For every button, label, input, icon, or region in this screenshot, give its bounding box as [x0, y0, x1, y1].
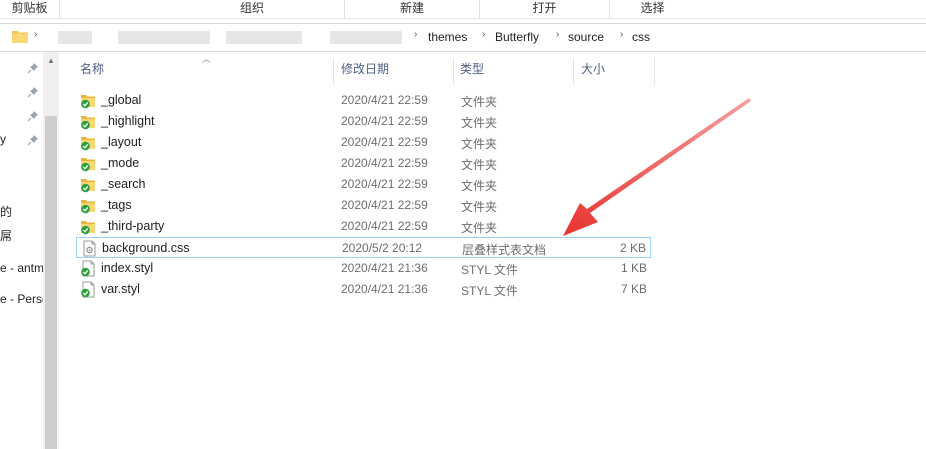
redacted-path-segment — [58, 31, 92, 44]
file-modified-date: 2020/4/21 22:59 — [341, 198, 428, 212]
pin-icon[interactable] — [27, 110, 39, 122]
nav-item-partial[interactable]: 屌 — [0, 227, 12, 244]
pin-icon[interactable] — [27, 86, 39, 98]
address-bar[interactable]: › › themes › Butterfly › source › css — [0, 23, 926, 52]
breadcrumb-separator: › — [34, 29, 38, 40]
styl-file-synced-icon — [81, 281, 95, 298]
column-header-type[interactable]: 类型 — [460, 58, 484, 80]
file-type: 文件夹 — [461, 200, 498, 214]
pin-icon[interactable] — [27, 62, 39, 74]
file-list[interactable]: ︿ 名称 修改日期 类型 大小 _global 2020/4/21 22:59 文件… — [60, 52, 926, 449]
file-type: 层叠样式表文档 — [462, 243, 547, 257]
ribbon-group-organize[interactable]: 组织 — [160, 0, 345, 18]
pin-icon[interactable] — [27, 134, 39, 146]
breadcrumb-separator: › — [556, 29, 560, 40]
ribbon-group-open[interactable]: 打开 — [480, 0, 610, 18]
css-file-icon — [83, 240, 96, 257]
folder-synced-icon — [81, 116, 95, 130]
folder-icon — [12, 31, 28, 43]
folder-synced-icon — [81, 137, 95, 151]
file-modified-date: 2020/4/21 22:59 — [341, 219, 428, 233]
column-header-name[interactable]: 名称 — [80, 58, 104, 80]
column-divider[interactable] — [573, 58, 574, 85]
scroll-up-icon[interactable]: ▲ — [47, 56, 55, 65]
file-modified-date: 2020/4/21 21:36 — [341, 261, 428, 275]
ribbon-group-new[interactable]: 新建 — [345, 0, 480, 18]
folder-synced-icon — [81, 179, 95, 193]
file-name: background.css — [102, 241, 190, 255]
column-header-size[interactable]: 大小 — [581, 58, 605, 80]
file-row[interactable]: background.css 2020/5/2 20:12 层叠样式表文档 2 KB — [76, 237, 651, 258]
column-header-date[interactable]: 修改日期 — [341, 58, 389, 80]
breadcrumb-separator: › — [620, 29, 624, 40]
file-type: 文件夹 — [461, 137, 498, 151]
file-name: _tags — [101, 198, 132, 212]
folder-row[interactable]: _third-party 2020/4/21 22:59 文件夹 — [76, 216, 651, 237]
file-name: var.styl — [101, 282, 140, 296]
folder-synced-icon — [81, 221, 95, 235]
column-divider[interactable] — [333, 58, 334, 85]
ribbon-group-bar: 剪贴板 组织 新建 打开 选择 — [0, 0, 926, 19]
file-type: 文件夹 — [461, 95, 498, 109]
folder-row[interactable]: _layout 2020/4/21 22:59 文件夹 — [76, 132, 651, 153]
file-name: _highlight — [101, 114, 155, 128]
file-modified-date: 2020/5/2 20:12 — [342, 241, 423, 255]
folder-row[interactable]: _search 2020/4/21 22:59 文件夹 — [76, 174, 651, 195]
file-type: 文件夹 — [461, 221, 498, 235]
file-type: 文件夹 — [461, 179, 498, 193]
file-type: 文件夹 — [461, 158, 498, 172]
file-name: _third-party — [101, 219, 165, 233]
column-divider[interactable] — [654, 58, 655, 85]
folder-row[interactable]: _global 2020/4/21 22:59 文件夹 — [76, 90, 651, 111]
file-type: STYL 文件 — [461, 263, 518, 277]
redacted-path-segment — [226, 31, 302, 44]
file-type: STYL 文件 — [461, 284, 518, 298]
breadcrumb-separator: › — [482, 29, 486, 40]
file-name: index.styl — [101, 261, 154, 275]
folder-row[interactable]: _mode 2020/4/21 22:59 文件夹 — [76, 153, 651, 174]
file-modified-date: 2020/4/21 22:59 — [341, 156, 428, 170]
nav-item-personal[interactable]: e - Perso — [0, 292, 49, 306]
folder-synced-icon — [81, 200, 95, 214]
nav-item-partial[interactable]: 的 — [0, 203, 12, 220]
folder-synced-icon — [81, 95, 95, 109]
file-row[interactable]: var.styl 2020/4/21 21:36 STYL 文件 7 KB — [76, 279, 651, 300]
breadcrumb-separator: › — [414, 29, 418, 40]
nav-item-antm[interactable]: e - antm — [0, 261, 44, 275]
folder-synced-icon — [81, 158, 95, 172]
file-modified-date: 2020/4/21 22:59 — [341, 114, 428, 128]
breadcrumb-butterfly[interactable]: Butterfly — [495, 30, 539, 44]
file-name: _search — [101, 177, 146, 191]
ribbon-group-clipboard[interactable]: 剪贴板 — [0, 0, 60, 18]
nav-item-partial[interactable]: y — [0, 132, 6, 146]
file-modified-date: 2020/4/21 22:59 — [341, 93, 428, 107]
file-size: 7 KB — [620, 282, 647, 296]
file-name: _mode — [101, 156, 140, 170]
file-name: _layout — [101, 135, 142, 149]
file-modified-date: 2020/4/21 21:36 — [341, 282, 428, 296]
sort-ascending-icon: ︿ — [202, 54, 212, 64]
file-size: 2 KB — [619, 241, 646, 255]
file-size: 1 KB — [620, 261, 647, 275]
file-modified-date: 2020/4/21 22:59 — [341, 135, 428, 149]
file-row[interactable]: index.styl 2020/4/21 21:36 STYL 文件 1 KB — [76, 258, 651, 279]
folder-row[interactable]: _tags 2020/4/21 22:59 文件夹 — [76, 195, 651, 216]
breadcrumb-css[interactable]: css — [632, 30, 650, 44]
nav-scrollbar-thumb[interactable] — [45, 116, 57, 449]
folder-row[interactable]: _highlight 2020/4/21 22:59 文件夹 — [76, 111, 651, 132]
file-name: _global — [101, 93, 142, 107]
ribbon-group-select[interactable]: 选择 — [610, 0, 695, 18]
file-modified-date: 2020/4/21 22:59 — [341, 177, 428, 191]
navigation-pane[interactable]: y 的 屌 e - antm e - Perso ▲ — [0, 52, 59, 449]
styl-file-synced-icon — [81, 260, 95, 277]
redacted-path-segment — [118, 31, 210, 44]
column-divider[interactable] — [453, 58, 454, 85]
file-type: 文件夹 — [461, 116, 498, 130]
breadcrumb-themes[interactable]: themes — [428, 30, 467, 44]
redacted-path-segment — [330, 31, 402, 44]
breadcrumb-source[interactable]: source — [568, 30, 604, 44]
